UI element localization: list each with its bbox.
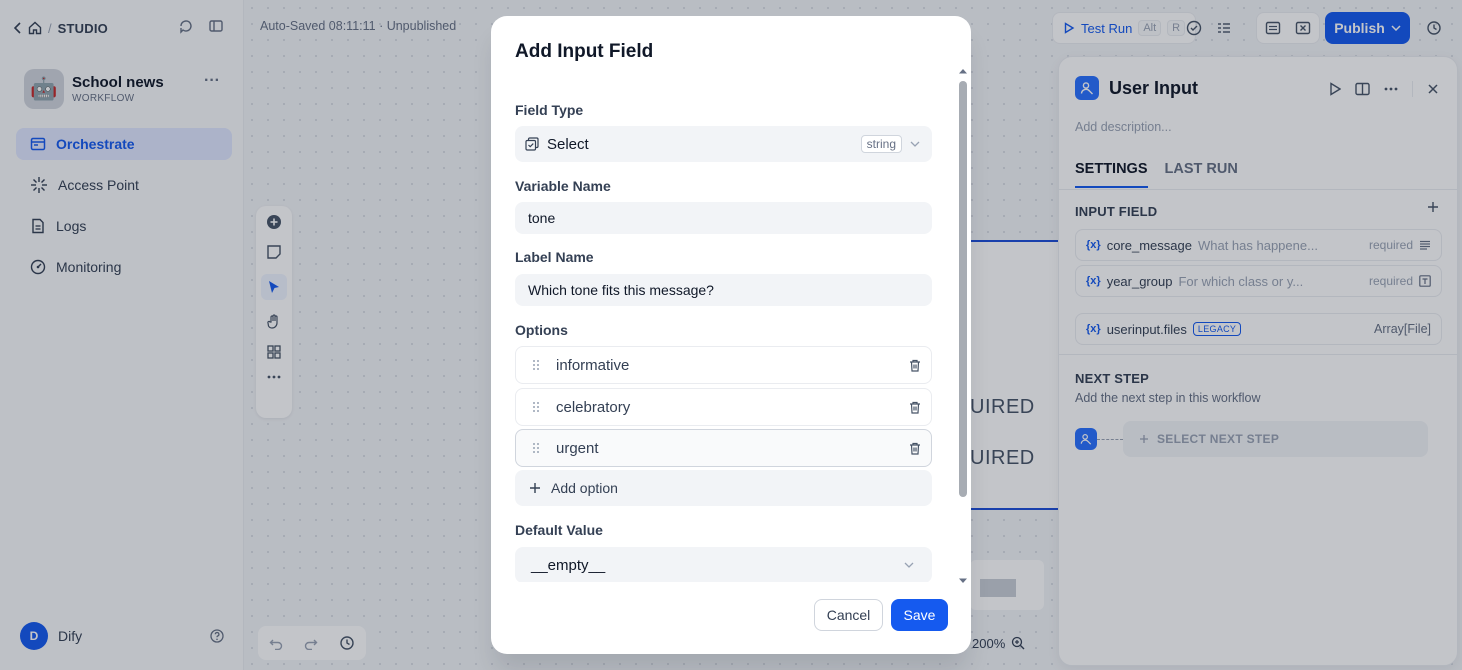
option-input[interactable]: celebratory <box>556 399 909 416</box>
select-type-icon <box>525 137 539 151</box>
drag-handle-icon[interactable] <box>532 401 556 413</box>
cancel-button[interactable]: Cancel <box>814 599 883 631</box>
drag-handle-icon[interactable] <box>532 442 556 454</box>
field-type-select[interactable]: Select string <box>515 126 932 162</box>
field-type-label: Field Type <box>515 102 584 118</box>
options-label: Options <box>515 322 568 338</box>
add-input-field-dialog: Add Input Field Field Type Select string… <box>491 16 971 654</box>
save-button[interactable]: Save <box>891 599 948 631</box>
label-name-label: Label Name <box>515 249 594 265</box>
type-tag: string <box>860 135 902 153</box>
scroll-up-icon[interactable] <box>958 68 968 74</box>
scrollbar-thumb[interactable] <box>959 81 967 497</box>
variable-name-label: Variable Name <box>515 178 611 194</box>
option-row[interactable]: celebratory <box>515 388 932 426</box>
option-input[interactable]: urgent <box>556 440 909 457</box>
option-row[interactable]: informative <box>515 346 932 384</box>
delete-icon[interactable] <box>909 401 921 414</box>
label-name-input[interactable]: Which tone fits this message? <box>515 274 932 306</box>
default-value: __empty__ <box>531 556 606 574</box>
add-option-label: Add option <box>551 480 618 496</box>
scroll-down-icon[interactable] <box>958 578 968 584</box>
dialog-title: Add Input Field <box>515 41 654 62</box>
plus-icon <box>529 482 541 494</box>
chevron-down-icon <box>910 141 920 147</box>
add-option-button[interactable]: Add option <box>515 470 932 506</box>
delete-icon[interactable] <box>909 359 921 372</box>
default-value-select[interactable]: __empty__ <box>515 547 932 582</box>
field-type-value: Select <box>547 135 589 153</box>
delete-icon[interactable] <box>909 442 921 455</box>
default-value-label: Default Value <box>515 522 603 538</box>
option-input[interactable]: informative <box>556 357 909 374</box>
option-row[interactable]: urgent <box>515 429 932 467</box>
chevron-down-icon <box>904 562 914 568</box>
drag-handle-icon[interactable] <box>532 359 556 371</box>
scrollbar[interactable] <box>955 68 967 588</box>
dialog-form: Field Type Select string Variable Name t… <box>515 82 932 582</box>
variable-name-input[interactable]: tone <box>515 202 932 234</box>
